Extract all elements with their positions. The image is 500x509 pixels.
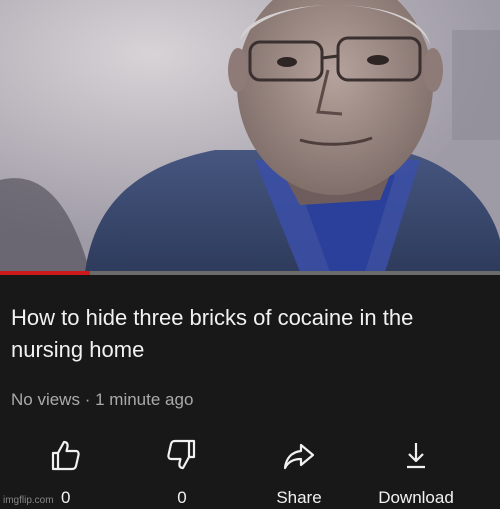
video-player[interactable] bbox=[0, 0, 500, 272]
thumbs-up-icon bbox=[51, 440, 80, 471]
video-title: How to hide three bricks of cocaine in t… bbox=[11, 305, 414, 362]
share-button[interactable]: Share bbox=[249, 438, 349, 509]
view-count: No views bbox=[11, 390, 80, 409]
thumbs-down-icon bbox=[167, 439, 196, 470]
dislike-button[interactable]: 0 bbox=[132, 438, 232, 509]
watermark: imgflip.com bbox=[3, 495, 54, 506]
video-progress-bar[interactable] bbox=[0, 271, 500, 275]
video-page: How to hide three bricks of cocaine in t… bbox=[0, 0, 500, 509]
download-label: Download bbox=[378, 488, 454, 507]
action-bar: 0 0 Share Download bbox=[0, 438, 500, 509]
meta-separator: · bbox=[84, 390, 91, 409]
share-label: Share bbox=[276, 488, 322, 507]
upload-time: 1 minute ago bbox=[95, 390, 194, 409]
dislike-count: 0 bbox=[177, 488, 187, 507]
video-frame-image bbox=[0, 0, 500, 272]
video-progress-played bbox=[0, 271, 90, 275]
download-button[interactable]: Download bbox=[366, 438, 466, 509]
share-arrow-icon bbox=[283, 443, 315, 470]
video-meta: No views · 1 minute ago bbox=[11, 390, 193, 410]
download-arrow-icon bbox=[407, 443, 425, 469]
